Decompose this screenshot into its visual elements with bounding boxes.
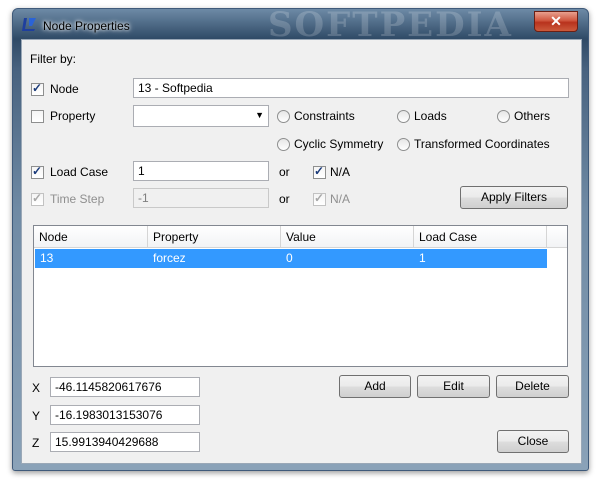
load-case-or-label: or	[279, 165, 290, 179]
x-coordinate-input[interactable]: -46.1145820617676	[50, 377, 200, 397]
constraints-radio[interactable]	[277, 110, 290, 123]
apply-filters-button[interactable]: Apply Filters	[460, 186, 568, 209]
load-case-na-checkbox[interactable]	[313, 164, 326, 179]
node-checkbox[interactable]	[31, 81, 44, 96]
window-title: Node Properties	[43, 19, 130, 33]
cell-node: 13	[40, 251, 54, 265]
delete-button[interactable]: Delete	[496, 375, 569, 398]
column-header-filler	[547, 226, 567, 248]
property-label: Property	[50, 109, 96, 123]
app-logo-icon	[22, 18, 36, 31]
y-label: Y	[32, 409, 41, 423]
cell-property: forcez	[153, 251, 186, 265]
column-header-value[interactable]: Value	[281, 226, 414, 248]
time-step-or-label: or	[279, 192, 290, 206]
others-label: Others	[514, 109, 551, 123]
property-dropdown[interactable]: ▼	[133, 105, 269, 127]
window-close-button[interactable]: ✕	[534, 11, 578, 32]
node-properties-window: Node Properties SOFTPEDIA ✕ Filter by: N…	[12, 5, 589, 471]
others-radio[interactable]	[497, 110, 510, 123]
column-header-load-case[interactable]: Load Case	[414, 226, 547, 248]
close-icon: ✕	[550, 13, 562, 29]
loads-radio[interactable]	[397, 110, 410, 123]
node-input[interactable]: 13 - Softpedia	[133, 78, 569, 98]
cyclic-symmetry-label: Cyclic Symmetry	[294, 137, 384, 151]
chevron-down-icon: ▼	[255, 110, 264, 120]
load-case-na-label: N/A	[330, 165, 351, 179]
node-label: Node	[50, 82, 79, 96]
constraints-label: Constraints	[294, 109, 355, 123]
transformed-coordinates-label: Transformed Coordinates	[414, 137, 550, 151]
cell-value: 0	[286, 251, 293, 265]
results-table: Node Property Value Load Case 13 forcez …	[33, 225, 568, 367]
add-button[interactable]: Add	[339, 375, 411, 398]
edit-button[interactable]: Edit	[417, 375, 490, 398]
load-case-checkbox[interactable]	[31, 164, 44, 179]
time-step-label: Time Step	[50, 192, 105, 206]
dialog-client-area: Filter by: Node 13 - Softpedia Property …	[21, 39, 582, 464]
table-row[interactable]: 13 forcez 0 1	[35, 249, 547, 268]
z-label: Z	[32, 436, 40, 450]
column-header-node[interactable]: Node	[34, 226, 148, 248]
loads-label: Loads	[414, 109, 447, 123]
cell-load-case: 1	[419, 251, 426, 265]
time-step-na-label: N/A	[330, 192, 351, 206]
transformed-coordinates-radio[interactable]	[397, 138, 410, 151]
close-button[interactable]: Close	[497, 430, 569, 453]
x-label: X	[32, 381, 41, 395]
property-checkbox[interactable]	[31, 110, 44, 123]
column-header-property[interactable]: Property	[148, 226, 281, 248]
filter-heading: Filter by:	[30, 52, 77, 66]
time-step-input[interactable]: -1	[133, 188, 269, 208]
load-case-input[interactable]: 1	[133, 161, 269, 181]
z-coordinate-input[interactable]: 15.9913940429688	[50, 432, 200, 452]
cyclic-symmetry-radio[interactable]	[277, 138, 290, 151]
y-coordinate-input[interactable]: -16.1983013153076	[50, 405, 200, 425]
time-step-na-checkbox[interactable]	[313, 191, 326, 206]
time-step-checkbox[interactable]	[31, 191, 44, 206]
load-case-label: Load Case	[50, 165, 109, 179]
title-bar[interactable]: Node Properties SOFTPEDIA ✕	[13, 5, 588, 45]
